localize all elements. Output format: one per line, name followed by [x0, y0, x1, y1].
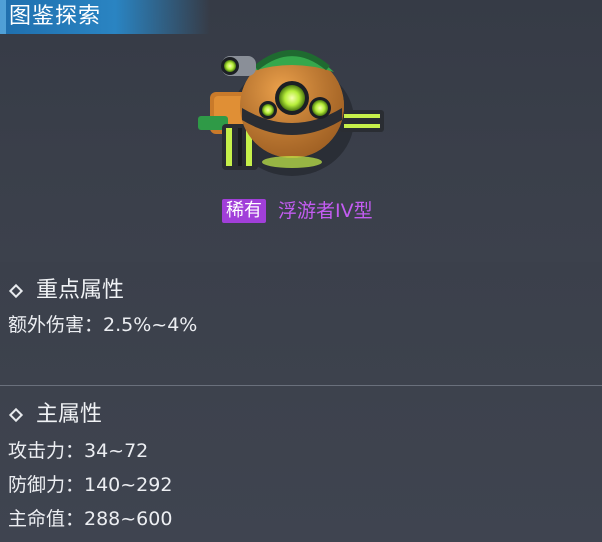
main-attributes-title: 主属性	[8, 400, 102, 430]
section-title-text: 主属性	[36, 402, 103, 427]
diamond-icon	[8, 407, 24, 423]
header-tab: 图鉴探索	[0, 0, 210, 34]
page-title: 图鉴探索	[9, 4, 102, 29]
stat-attack: 攻击力：34~72	[8, 440, 149, 462]
main-attributes-section: 主属性 攻击力：34~72 防御力：140~292 主命值：288~600	[0, 386, 602, 542]
item-name: 浮游者IV型	[278, 200, 373, 222]
key-attributes-section: 重点属性 额外伤害：2.5%~4%	[0, 262, 602, 386]
floating-robot-icon	[198, 50, 384, 176]
diamond-icon	[8, 283, 24, 299]
item-name-row: 稀有 浮游者IV型	[222, 198, 373, 224]
stat-defense: 防御力：140~292	[8, 474, 173, 496]
section-title-text: 重点属性	[36, 278, 125, 303]
key-attributes-title: 重点属性	[8, 276, 124, 306]
item-preview-panel: 图鉴探索 稀有 浮游者IV型	[0, 0, 602, 262]
stat-hp: 主命值：288~600	[8, 508, 173, 530]
stat-extra-damage: 额外伤害：2.5%~4%	[8, 314, 198, 336]
rarity-badge: 稀有	[222, 199, 266, 223]
